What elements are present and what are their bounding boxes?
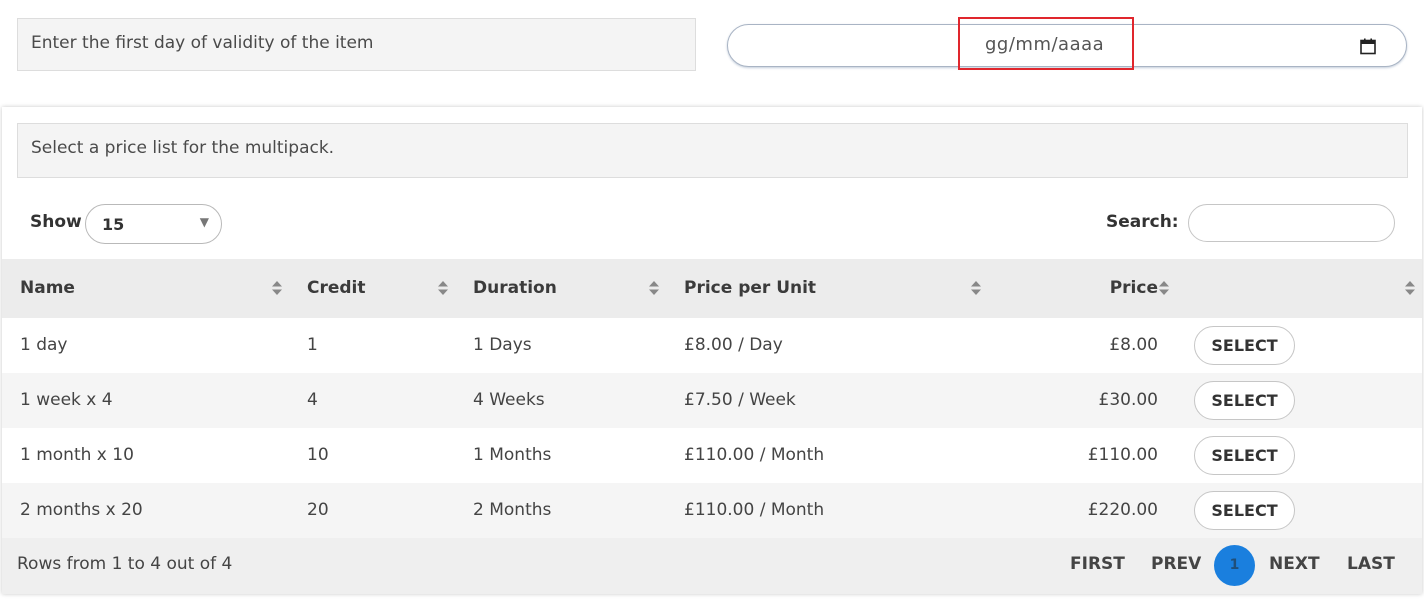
show-label: Show <box>30 212 82 232</box>
sort-icon[interactable] <box>437 280 449 296</box>
sort-icon[interactable] <box>1404 280 1416 296</box>
cell-credit: 4 <box>307 390 318 410</box>
highlight-box <box>958 17 1134 70</box>
sort-icon[interactable] <box>1158 280 1170 296</box>
pager-current-page[interactable]: 1 <box>1214 545 1255 586</box>
cell-price: £8.00 <box>1109 335 1158 355</box>
cell-price-per-unit: £110.00 / Month <box>684 445 825 465</box>
table-header: Name Credit Duration Price per Unit Pric… <box>2 259 1422 318</box>
sort-icon[interactable] <box>271 280 283 296</box>
rows-info: Rows from 1 to 4 out of 4 <box>17 554 233 574</box>
cell-name: 1 day <box>20 335 68 355</box>
cell-duration: 2 Months <box>473 500 552 520</box>
cell-price-per-unit: £7.50 / Week <box>684 390 796 410</box>
sort-icon[interactable] <box>970 280 982 296</box>
select-button[interactable]: SELECT <box>1194 436 1295 475</box>
validity-instructions: Enter the first day of validity of the i… <box>17 18 696 71</box>
calendar-icon[interactable] <box>1360 38 1376 55</box>
cell-name: 1 week x 4 <box>20 390 113 410</box>
cell-price: £220.00 <box>1087 500 1158 520</box>
caret-down-icon: ▼ <box>199 215 209 229</box>
column-header-duration[interactable]: Duration <box>473 259 557 318</box>
price-list-instructions: Select a price list for the multipack. <box>17 123 1408 178</box>
pager-prev-button[interactable]: PREV <box>1151 538 1201 591</box>
cell-duration: 4 Weeks <box>473 390 545 410</box>
table-row: 1 month x 10 10 1 Months £110.00 / Month… <box>2 428 1422 483</box>
select-button[interactable]: SELECT <box>1194 381 1295 420</box>
cell-price: £30.00 <box>1098 390 1158 410</box>
cell-credit: 1 <box>307 335 318 355</box>
search-input[interactable] <box>1188 204 1395 242</box>
pager-last-button[interactable]: LAST <box>1347 538 1395 591</box>
page-size-value: 15 <box>102 215 125 234</box>
column-header-name[interactable]: Name <box>20 259 75 318</box>
table-row: 2 months x 20 20 2 Months £110.00 / Mont… <box>2 483 1422 538</box>
column-header-price[interactable]: Price <box>1058 259 1158 318</box>
price-list-panel: Select a price list for the multipack. S… <box>2 107 1422 594</box>
column-header-credit[interactable]: Credit <box>307 259 366 318</box>
select-button[interactable]: SELECT <box>1194 491 1295 530</box>
sort-icon[interactable] <box>648 280 660 296</box>
cell-duration: 1 Months <box>473 445 552 465</box>
cell-price-per-unit: £110.00 / Month <box>684 500 825 520</box>
pager-first-button[interactable]: FIRST <box>1070 538 1125 591</box>
cell-name: 1 month x 10 <box>20 445 134 465</box>
cell-price: £110.00 <box>1087 445 1158 465</box>
cell-credit: 20 <box>307 500 329 520</box>
table-row: 1 week x 4 4 4 Weeks £7.50 / Week £30.00… <box>2 373 1422 428</box>
pager-next-button[interactable]: NEXT <box>1269 538 1320 591</box>
table-footer: Rows from 1 to 4 out of 4 FIRST PREV 1 N… <box>2 538 1422 594</box>
cell-duration: 1 Days <box>473 335 532 355</box>
cell-name: 2 months x 20 <box>20 500 143 520</box>
table-row: 1 day 1 1 Days £8.00 / Day £8.00 SELECT <box>2 318 1422 373</box>
cell-credit: 10 <box>307 445 329 465</box>
column-header-price-per-unit[interactable]: Price per Unit <box>684 259 816 318</box>
search-label: Search: <box>1106 212 1179 232</box>
select-button[interactable]: SELECT <box>1194 326 1295 365</box>
page-size-select[interactable]: 15 ▼ <box>85 204 222 244</box>
cell-price-per-unit: £8.00 / Day <box>684 335 783 355</box>
